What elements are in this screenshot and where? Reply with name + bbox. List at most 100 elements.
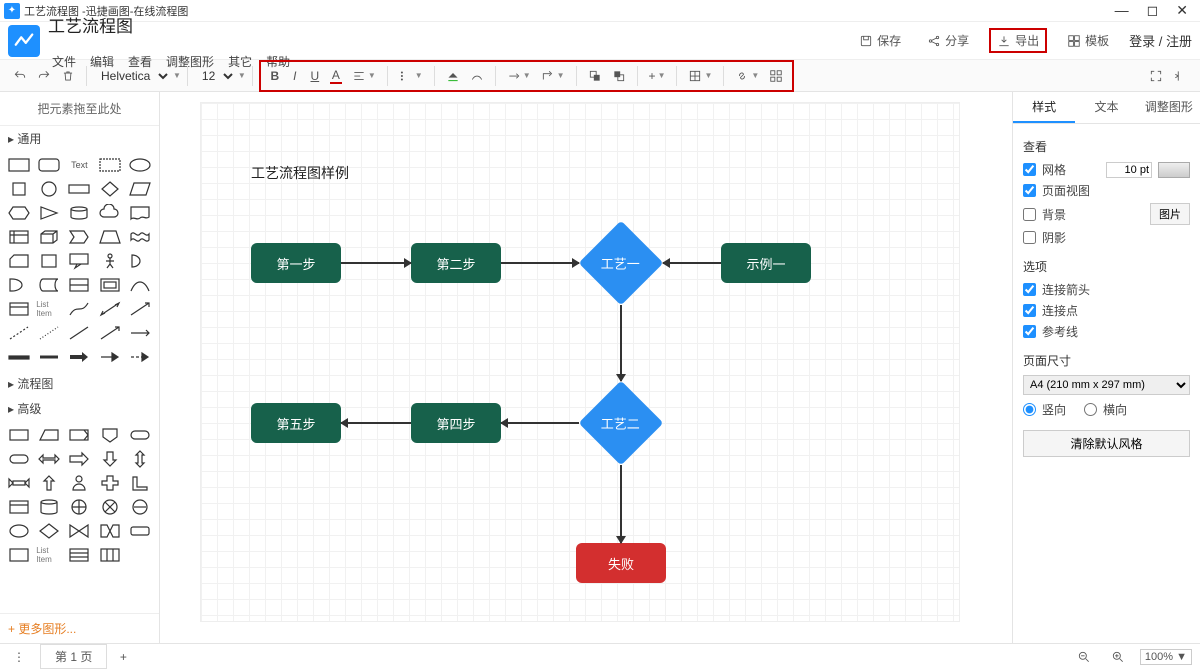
italic-button[interactable]: I — [285, 65, 305, 87]
font-select[interactable]: Helvetica — [93, 66, 171, 86]
shape-storage[interactable] — [36, 275, 62, 295]
adv-arrow-u[interactable] — [36, 473, 62, 493]
adv-person[interactable] — [66, 473, 92, 493]
adv-pill[interactable] — [127, 425, 153, 445]
node-step2[interactable]: 第二步 — [411, 243, 501, 283]
shape-doublerect[interactable] — [97, 275, 123, 295]
zoom-in-button[interactable] — [1106, 646, 1130, 668]
shape-arrow-single[interactable] — [97, 323, 123, 343]
shape-parallelogram[interactable] — [127, 179, 153, 199]
adv-oval[interactable] — [6, 521, 32, 541]
adv-arrow-ud[interactable] — [127, 449, 153, 469]
shape-line-curved[interactable] — [66, 299, 92, 319]
tab-text[interactable]: 文本 — [1075, 92, 1137, 123]
shape-bar[interactable] — [6, 347, 32, 367]
adv-bowtie[interactable] — [66, 521, 92, 541]
save-button[interactable]: 保存 — [853, 29, 907, 52]
export-button[interactable]: 导出 — [989, 28, 1047, 53]
adv-arrow-d[interactable] — [97, 449, 123, 469]
shape-text[interactable]: Text — [66, 155, 92, 175]
adv-db[interactable] — [36, 497, 62, 517]
shape-circle[interactable] — [36, 179, 62, 199]
shape-tape[interactable] — [127, 227, 153, 247]
chk-pageview[interactable] — [1023, 184, 1036, 197]
shape-card[interactable] — [6, 251, 32, 271]
adv-container[interactable] — [6, 497, 32, 517]
node-fail[interactable]: 失败 — [576, 543, 666, 583]
shape-arrow-wide[interactable] — [66, 347, 92, 367]
arrow-4-5[interactable] — [341, 422, 411, 424]
adv-cols[interactable] — [97, 545, 123, 565]
adv-cross[interactable] — [97, 473, 123, 493]
arrow-ex1-proc1[interactable] — [663, 262, 721, 264]
maximize-button[interactable]: ◻ — [1147, 2, 1159, 19]
paper-size-select[interactable]: A4 (210 mm x 297 mm) — [1023, 375, 1190, 395]
adv-shield[interactable] — [97, 425, 123, 445]
diagram-title[interactable]: 工艺流程图样例 — [251, 163, 349, 183]
shape-arrow-filled[interactable] — [97, 347, 123, 367]
align-button[interactable]: ▼ — [347, 65, 381, 87]
node-step4[interactable]: 第四步 — [411, 403, 501, 443]
section-general[interactable]: ▸ 通用 — [0, 126, 159, 151]
connector-straight-button[interactable]: ▼ — [502, 65, 536, 87]
zoom-out-button[interactable] — [1072, 646, 1096, 668]
page-tab-1[interactable]: 第 1 页 — [40, 644, 107, 669]
shape-cube[interactable] — [36, 227, 62, 247]
document-title[interactable]: 工艺流程图 — [48, 12, 133, 37]
fill-color-button[interactable] — [441, 65, 465, 87]
shape-triangle[interactable] — [36, 203, 62, 223]
shape-window[interactable] — [6, 299, 32, 319]
shape-brackets[interactable] — [66, 275, 92, 295]
share-button[interactable]: 分享 — [921, 29, 975, 52]
shape-actor[interactable] — [97, 251, 123, 271]
shape-textbox[interactable] — [97, 155, 123, 175]
shape-step[interactable] — [66, 227, 92, 247]
adv-collapse[interactable] — [97, 521, 123, 541]
adv-xcircle[interactable] — [97, 497, 123, 517]
chk-guide[interactable] — [1023, 325, 1036, 338]
arrow-2-proc1[interactable] — [501, 262, 579, 264]
btn-image[interactable]: 图片 — [1150, 203, 1190, 225]
shape-listitem[interactable]: List Item — [36, 299, 62, 319]
line-color-button[interactable] — [465, 65, 489, 87]
shape-callout[interactable] — [66, 251, 92, 271]
delete-button[interactable] — [56, 65, 80, 87]
zoom-level[interactable]: 100% ▼ — [1140, 649, 1192, 665]
redo-button[interactable] — [32, 65, 56, 87]
collapse-button[interactable] — [1168, 65, 1192, 87]
adv-tag[interactable] — [66, 425, 92, 445]
shape-connector[interactable] — [127, 323, 153, 343]
adv-trap[interactable] — [36, 425, 62, 445]
connector-elbow-button[interactable]: ▼ — [536, 65, 570, 87]
arrow-proc2-4[interactable] — [501, 422, 579, 424]
shape-hexagon[interactable] — [6, 203, 32, 223]
adv-list[interactable]: List Item — [36, 545, 62, 565]
adv-arrow-double[interactable] — [6, 473, 32, 493]
template-button[interactable]: 模板 — [1061, 29, 1115, 52]
shape-dash-arrow[interactable] — [127, 347, 153, 367]
chk-conn-arrow[interactable] — [1023, 283, 1036, 296]
shape-trapezoid[interactable] — [97, 227, 123, 247]
shape-line-dashed[interactable] — [6, 323, 32, 343]
link-button[interactable]: ▼ — [730, 65, 764, 87]
adv-rect[interactable] — [6, 425, 32, 445]
canvas-area[interactable]: 工艺流程图样例 第一步 第二步 工艺一 示例一 第五步 第四步 工艺二 失败 — [160, 92, 1012, 643]
shape-cloud[interactable] — [97, 203, 123, 223]
adv-terminator[interactable] — [6, 449, 32, 469]
section-flowchart[interactable]: ▸ 流程图 — [0, 371, 159, 396]
shape-line-dotted[interactable] — [36, 323, 62, 343]
chk-background[interactable] — [1023, 208, 1036, 221]
tab-adjust[interactable]: 调整图形 — [1138, 92, 1200, 123]
diagram-canvas[interactable]: 工艺流程图样例 第一步 第二步 工艺一 示例一 第五步 第四步 工艺二 失败 — [200, 102, 960, 622]
adv-frame[interactable] — [6, 545, 32, 565]
radio-portrait[interactable] — [1023, 403, 1036, 416]
tab-style[interactable]: 样式 — [1013, 92, 1075, 123]
shape-arrow-bi[interactable] — [97, 299, 123, 319]
radio-landscape[interactable] — [1084, 403, 1097, 416]
section-advanced[interactable]: ▸ 高级 — [0, 396, 159, 421]
grid-icon-button[interactable] — [764, 65, 788, 87]
btn-clear-style[interactable]: 清除默认风格 — [1023, 430, 1190, 457]
shape-or[interactable] — [6, 275, 32, 295]
login-link[interactable]: 登录 / 注册 — [1129, 31, 1192, 50]
bring-front-button[interactable] — [583, 65, 607, 87]
